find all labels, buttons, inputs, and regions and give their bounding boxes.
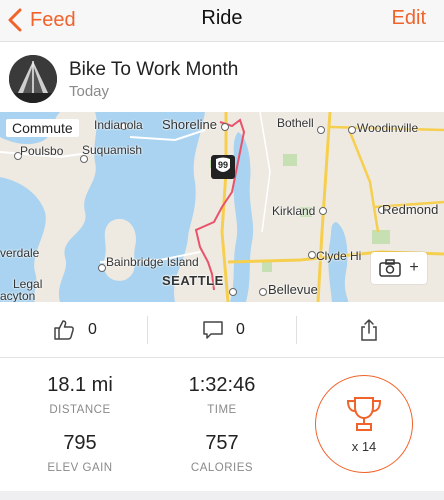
achievements-button[interactable]: x 14 bbox=[315, 375, 413, 473]
nav-bar: Feed Ride Edit bbox=[0, 0, 444, 42]
map-label-kirkland: Kirkland bbox=[272, 204, 316, 218]
stat-calories: 757 CALORIES bbox=[162, 432, 282, 474]
map-label-suquamish: Suquamish bbox=[82, 143, 143, 157]
comments-count: 0 bbox=[236, 321, 245, 338]
map-label-indianola: Indianola bbox=[94, 118, 143, 132]
map-label-verdale: verdale bbox=[0, 246, 40, 260]
time-label: TIME bbox=[207, 404, 237, 416]
highway-shield-icon: 99 bbox=[210, 154, 236, 180]
divider bbox=[296, 316, 297, 344]
map-label-bellevue: Bellevue bbox=[268, 282, 318, 297]
add-photo-button[interactable]: + bbox=[371, 252, 427, 284]
comment-icon bbox=[203, 321, 223, 339]
achievements-count: x 14 bbox=[351, 438, 377, 454]
distance-value: 18.1 mi bbox=[47, 374, 113, 396]
avatar[interactable] bbox=[9, 55, 57, 103]
add-photo-plus: + bbox=[409, 259, 419, 276]
edit-button[interactable]: Edit bbox=[392, 7, 426, 30]
route-map[interactable]: Commute Indianola Shoreline Bothell Wood… bbox=[0, 112, 444, 302]
stat-time: 1:32:46 TIME bbox=[162, 374, 282, 416]
map-label-clyde-hill: Clyde Hi bbox=[316, 249, 362, 263]
time-value: 1:32:46 bbox=[188, 374, 256, 396]
map-label-bothell: Bothell bbox=[277, 116, 314, 130]
activity-date: Today bbox=[69, 83, 110, 100]
action-bar: 0 0 bbox=[0, 302, 444, 358]
calories-label: CALORIES bbox=[190, 462, 254, 474]
share-icon bbox=[361, 319, 377, 341]
thumbs-up-icon bbox=[54, 320, 74, 340]
highway-number: 99 bbox=[217, 160, 228, 170]
camera-icon bbox=[379, 259, 402, 277]
map-label-acyton: acyton bbox=[0, 289, 36, 302]
trophy-icon bbox=[346, 396, 382, 431]
kudos-button[interactable]: 0 bbox=[52, 302, 97, 358]
map-label-poulsbo: Poulsbo bbox=[20, 144, 64, 158]
map-label-woodinville: Woodinville bbox=[357, 121, 419, 135]
stat-elev-gain: 795 ELEV GAIN bbox=[20, 432, 140, 474]
elev-gain-label: ELEV GAIN bbox=[47, 462, 113, 474]
map-label-shoreline: Shoreline bbox=[162, 117, 217, 132]
stats-panel: 18.1 mi DISTANCE 1:32:46 TIME 795 ELEV G… bbox=[0, 359, 444, 491]
bottom-strip bbox=[0, 491, 444, 500]
map-label-seattle: SEATTLE bbox=[162, 273, 224, 288]
share-button[interactable] bbox=[359, 302, 379, 358]
map-label-redmond: Redmond bbox=[382, 202, 439, 217]
elev-gain-value: 795 bbox=[63, 432, 97, 454]
activity-title[interactable]: Bike To Work Month bbox=[69, 59, 238, 81]
kudos-count: 0 bbox=[88, 321, 97, 338]
calories-value: 757 bbox=[205, 432, 239, 454]
page-title: Ride bbox=[201, 7, 243, 29]
divider bbox=[147, 316, 148, 344]
activity-header: Bike To Work Month Today bbox=[0, 44, 444, 112]
comment-button[interactable]: 0 bbox=[202, 302, 245, 358]
stat-distance: 18.1 mi DISTANCE bbox=[20, 374, 140, 416]
map-label-bainbridge: Bainbridge Island bbox=[106, 255, 199, 269]
distance-label: DISTANCE bbox=[49, 404, 111, 416]
commute-tag: Commute bbox=[6, 119, 79, 137]
